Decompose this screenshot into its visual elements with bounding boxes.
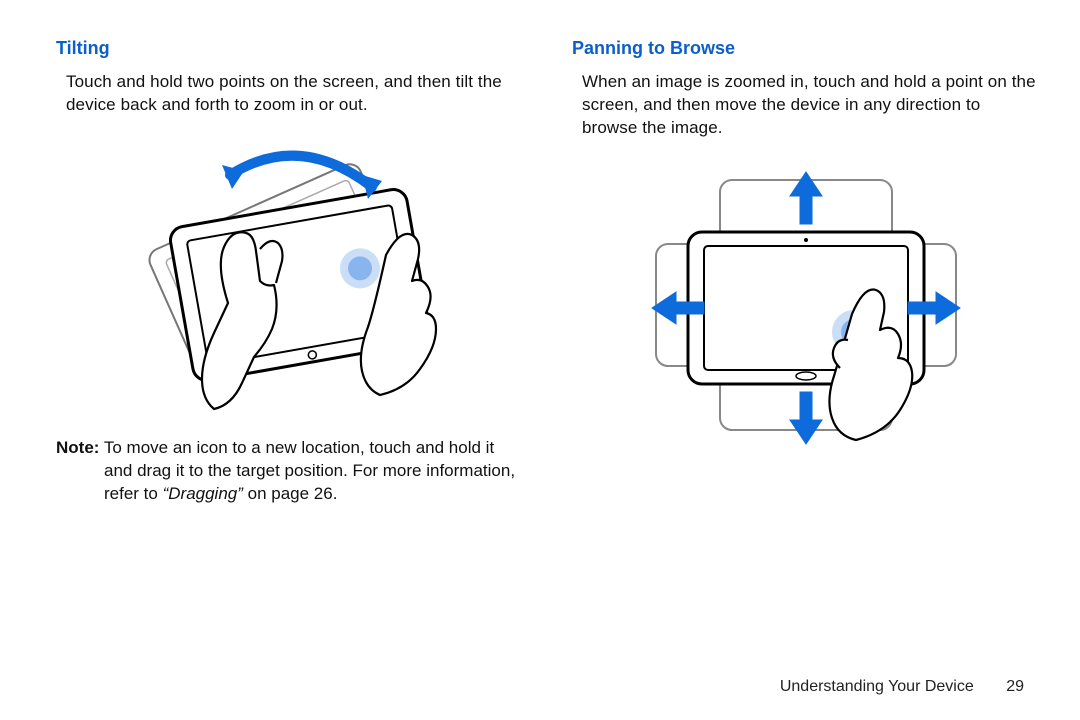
- right-column: Panning to Browse When an image is zoome…: [572, 38, 1040, 506]
- footer-chapter: Understanding Your Device: [780, 678, 974, 695]
- manual-page: Tilting Touch and hold two points on the…: [0, 0, 1080, 720]
- tilting-illustration-icon: [110, 135, 470, 415]
- panning-illustration-icon: [616, 158, 996, 478]
- tilting-description: Touch and hold two points on the screen,…: [56, 71, 524, 117]
- note-label: Note:: [56, 438, 99, 457]
- note-text-2: on page 26.: [243, 484, 338, 503]
- heading-panning: Panning to Browse: [572, 38, 1040, 59]
- panning-description: When an image is zoomed in, touch and ho…: [572, 71, 1040, 140]
- note-crossref: “Dragging”: [163, 484, 243, 503]
- two-column-layout: Tilting Touch and hold two points on the…: [56, 38, 1040, 506]
- footer-page-number: 29: [1006, 678, 1024, 696]
- page-footer: Understanding Your Device 29: [780, 678, 1024, 696]
- left-column: Tilting Touch and hold two points on the…: [56, 38, 524, 506]
- tilting-note: Note: To move an icon to a new location,…: [56, 437, 524, 506]
- panning-figure: [572, 158, 1040, 478]
- tilting-figure: [56, 135, 524, 415]
- heading-tilting: Tilting: [56, 38, 524, 59]
